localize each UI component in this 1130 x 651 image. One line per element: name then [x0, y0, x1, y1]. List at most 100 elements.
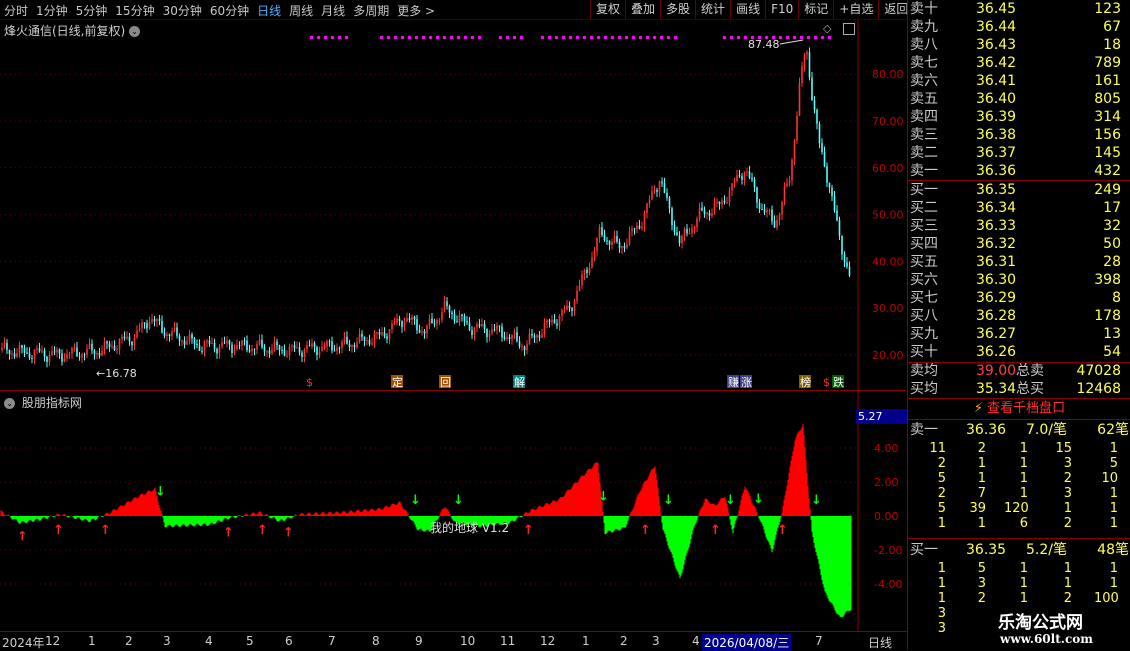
signal-tag: 回	[440, 376, 451, 389]
candle-body	[6, 342, 8, 350]
candle-body	[808, 52, 811, 78]
level-price: 36.38	[976, 127, 1017, 143]
queue-cell: 7	[977, 486, 986, 501]
period-tab-8[interactable]: 月线	[321, 4, 345, 18]
up-arrow-icon: ↑	[710, 523, 721, 538]
level-price: 36.39	[976, 109, 1017, 125]
candle-body	[841, 235, 843, 255]
candle-body	[401, 320, 403, 328]
signal-dot	[625, 36, 628, 39]
signal-dot	[653, 36, 656, 39]
candle-body	[378, 332, 381, 335]
candle-body	[556, 323, 558, 326]
indicator-chart[interactable]: 4.00 2.00 0.00 -2.00 -4.00 ↓ ↓ ↓ ↓ ↓ ↓ ↓ ↓ ↑ ↑ ↑ ↑ ↑ ↑ ↑ ↑ ↑ ↑…	[0, 391, 906, 632]
toolbar-button-3[interactable]: 统计	[695, 0, 730, 19]
queue-cell: 1	[1109, 486, 1118, 501]
candle-body	[103, 341, 106, 351]
down-arrow-icon: ↓	[410, 493, 421, 508]
candle-body	[428, 318, 431, 326]
candle-body	[736, 175, 738, 182]
candle-body	[486, 328, 488, 338]
toolbar-button-6[interactable]: 标记	[798, 0, 833, 19]
toolbar-button-2[interactable]: 多股	[660, 0, 695, 19]
main-chart-panel[interactable]: 烽火通信(日线,前复权) ⌄ ◇ 80.00 70.00 60.00 50.00 40.…	[0, 20, 906, 390]
period-tab-2[interactable]: 5分钟	[76, 4, 108, 18]
queue-cell: 1	[937, 561, 946, 576]
indicator-watermark: 我的地球 V1.2	[430, 520, 509, 535]
period-tab-6[interactable]: 日线	[257, 4, 281, 18]
candle-body	[308, 345, 311, 347]
candle-body	[213, 342, 216, 349]
candle-body	[451, 312, 453, 315]
candle-body	[28, 352, 31, 359]
candle-body	[791, 159, 793, 181]
sell-queue-row: 5 1 1 2 10	[908, 471, 1130, 486]
candle-body	[396, 318, 398, 324]
candle-body	[333, 350, 336, 352]
toolbar-button-5[interactable]: F10	[765, 0, 798, 19]
period-tab-3[interactable]: 15分钟	[115, 4, 154, 18]
signal-dot	[310, 36, 313, 39]
toolbar-button-4[interactable]: 画线	[730, 0, 765, 19]
date-label: 10	[460, 634, 476, 648]
date-label: 3	[652, 634, 660, 648]
candle-body	[196, 343, 198, 345]
queue-cell: 10	[1101, 471, 1118, 486]
candle-body	[336, 347, 338, 352]
queue-cell: 1	[1063, 576, 1072, 591]
candle-body	[241, 340, 243, 346]
candle-body	[8, 349, 11, 355]
level-volume: 314	[1094, 109, 1121, 125]
candle-body	[386, 336, 388, 339]
summary-volume: 47028	[1076, 363, 1121, 379]
date-label: 7	[815, 634, 823, 648]
toolbar-button-7[interactable]: +自选	[833, 0, 878, 19]
period-tab-0[interactable]: 分时	[4, 4, 28, 18]
queue-cell: 3	[977, 576, 986, 591]
candle-body	[43, 350, 46, 357]
summary-volume: 12468	[1076, 381, 1121, 397]
period-tab-4[interactable]: 30分钟	[163, 4, 202, 18]
candle-body	[243, 340, 246, 342]
candle-body	[276, 341, 278, 346]
signal-dot	[618, 36, 621, 39]
signal-tag: $	[306, 376, 313, 389]
candle-body	[503, 337, 506, 340]
candle-body	[113, 345, 116, 351]
indicator-panel[interactable]: ⌄ 股朋指标网 4.00 2.00 0.00 -2.00 -4.00 ↓ ↓ ↓ ↓ ↓ ↓ ↓ ↓ ↑ ↑…	[0, 390, 908, 632]
signal-dot	[604, 36, 607, 39]
period-tab-9[interactable]: 多周期	[353, 4, 389, 18]
down-arrow-icon: ↓	[663, 493, 674, 508]
queue-cell: 3	[1063, 486, 1072, 501]
candle-body	[548, 320, 551, 323]
ask-row: 卖七 36.42 789	[908, 54, 1130, 72]
up-arrow-icon: ↑	[283, 525, 294, 540]
period-tab-1[interactable]: 1分钟	[36, 4, 68, 18]
candle-body	[158, 318, 161, 321]
level-label: 买一	[910, 182, 938, 198]
candle-body	[16, 353, 18, 357]
candle-body	[463, 315, 466, 322]
period-tab-5[interactable]: 60分钟	[210, 4, 249, 18]
level-volume: 8	[1112, 290, 1121, 306]
period-indicator[interactable]: 日线	[868, 634, 892, 651]
candle-body	[263, 347, 266, 352]
candle-body	[398, 318, 401, 321]
low-price-label: ←16.78	[96, 367, 137, 380]
signal-dot	[457, 36, 460, 39]
signal-dot	[415, 36, 418, 39]
toolbar-button-1[interactable]: 叠加	[625, 0, 660, 19]
signal-tag: 跌	[833, 375, 844, 389]
level-price: 36.35	[976, 182, 1017, 198]
candle-body	[848, 266, 851, 276]
candle-body	[708, 212, 711, 216]
period-tab-10[interactable]: 更多 >	[397, 4, 435, 18]
candle-body	[191, 334, 193, 339]
candle-body	[431, 318, 433, 324]
buy-queue-row: 1 5 1 1 1	[908, 561, 1130, 576]
period-tab-7[interactable]: 周线	[289, 4, 313, 18]
view-thousand-button[interactable]: ⚡ 查看千档盘口	[908, 400, 1130, 418]
candlestick-chart[interactable]: 80.00 70.00 60.00 50.00 40.00 30.00 20.00 87.48…	[0, 20, 906, 390]
candle-body	[768, 209, 771, 211]
toolbar-button-0[interactable]: 复权	[590, 0, 625, 19]
